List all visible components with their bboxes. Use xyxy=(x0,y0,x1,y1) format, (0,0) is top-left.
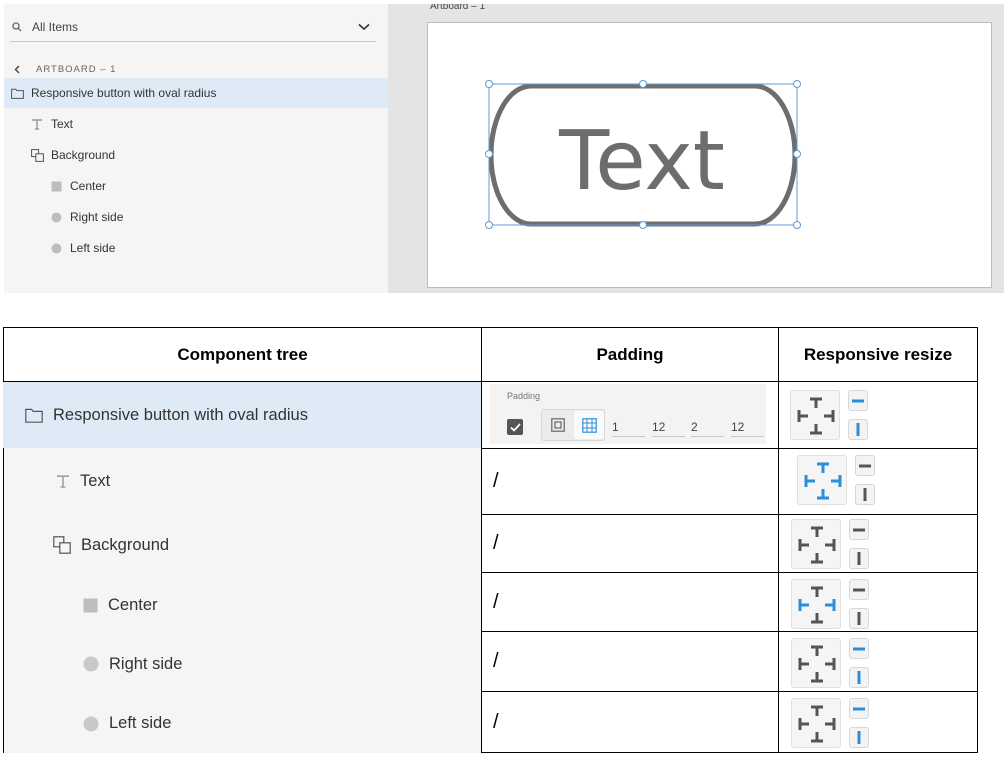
oval-button-graphic[interactable]: Text xyxy=(428,23,993,289)
layer-item-label: Background xyxy=(51,148,116,162)
fixed-height-icon[interactable] xyxy=(855,484,875,505)
tree-row-label: Right side xyxy=(109,654,183,673)
rectangle-icon xyxy=(83,598,98,613)
layers-panel: All Items ARTBOARD – 1 Responsive button… xyxy=(4,4,388,293)
layer-item-left-side[interactable]: Left side xyxy=(4,233,388,263)
fixed-height-icon[interactable] xyxy=(848,419,868,440)
rectangle-icon xyxy=(49,179,63,193)
padding-bottom-value[interactable]: 2 xyxy=(691,415,724,437)
fixed-width-icon[interactable] xyxy=(849,698,869,719)
design-canvas: Artboard – 1 Text xyxy=(388,4,1004,293)
fixed-height-icon[interactable] xyxy=(849,667,869,688)
text-type-icon xyxy=(30,117,44,131)
text-type-icon xyxy=(55,474,70,489)
padding-value: / xyxy=(493,532,499,554)
padding-left-value[interactable]: 12 xyxy=(731,415,764,437)
fixed-height-icon[interactable] xyxy=(849,608,869,629)
uniform-padding-icon[interactable] xyxy=(543,411,573,439)
header-component-tree: Component tree xyxy=(3,327,482,382)
resize-cell xyxy=(778,573,978,632)
chevron-down-icon[interactable] xyxy=(356,23,372,31)
padding-value: / xyxy=(493,650,499,672)
padding-checkbox[interactable] xyxy=(507,419,523,435)
resize-cell xyxy=(778,515,978,573)
pin-constraints-box[interactable] xyxy=(797,455,847,505)
ellipse-icon xyxy=(49,241,63,255)
tree-row-right-side: Right side xyxy=(3,634,481,694)
folder-icon xyxy=(25,407,43,423)
header-responsive-resize: Responsive resize xyxy=(778,327,978,382)
padding-top-value[interactable]: 1 xyxy=(612,415,645,437)
search-icon xyxy=(12,21,28,32)
layer-item-label: Left side xyxy=(70,241,116,255)
padding-mode-toggle xyxy=(541,409,605,441)
fixed-width-icon[interactable] xyxy=(855,455,875,476)
breadcrumb: ARTBOARD – 1 xyxy=(14,62,116,76)
layers-search[interactable]: All Items xyxy=(10,12,376,42)
ellipse-icon xyxy=(83,656,99,672)
search-filter-label: All Items xyxy=(32,19,79,34)
layer-item-label: Right side xyxy=(70,210,124,224)
group-icon xyxy=(53,536,71,554)
pin-constraints-box[interactable] xyxy=(791,519,841,569)
tree-row-label: Left side xyxy=(109,714,172,732)
tree-row-label: Background xyxy=(81,535,170,554)
tree-row-label: Responsive button with oval radius xyxy=(53,405,308,424)
tree-row-left-side: Left side xyxy=(3,694,481,753)
resize-cell xyxy=(778,632,978,692)
layer-item-text[interactable]: Text xyxy=(4,109,388,139)
resize-cell xyxy=(778,382,978,449)
layer-item-label: Text xyxy=(51,117,74,131)
pin-constraints-box[interactable] xyxy=(791,638,841,688)
tree-row-center: Center xyxy=(3,576,481,634)
padding-cell-left-side: / xyxy=(481,692,778,753)
padding-cell-background: / xyxy=(481,515,778,573)
tree-row-label: Text xyxy=(80,471,111,490)
fixed-height-icon[interactable] xyxy=(849,548,869,569)
pin-constraints-box[interactable] xyxy=(791,579,841,629)
resize-cell xyxy=(778,692,978,753)
pin-constraints-box[interactable] xyxy=(790,390,840,440)
layer-item-right-side[interactable]: Right side xyxy=(4,202,388,232)
tree-row-text: Text xyxy=(3,448,481,514)
fixed-width-icon[interactable] xyxy=(848,390,868,411)
artboard-label[interactable]: Artboard – 1 xyxy=(430,4,485,12)
header-padding: Padding xyxy=(481,327,779,382)
layer-item-responsive-button[interactable]: Responsive button with oval radius xyxy=(4,78,388,108)
layer-item-background[interactable]: Background xyxy=(4,140,388,170)
fixed-width-icon[interactable] xyxy=(849,579,869,600)
padding-cell-responsive-button: Padding 1 12 2 12 xyxy=(481,382,778,449)
individual-padding-icon[interactable] xyxy=(574,411,604,439)
layer-item-label: Center xyxy=(70,179,107,193)
comparison-table: Component tree Padding Responsive resize… xyxy=(3,327,978,753)
artboard[interactable]: Text xyxy=(427,22,992,288)
folder-icon xyxy=(10,86,24,100)
padding-value: / xyxy=(493,470,499,492)
padding-cell-text: / xyxy=(481,449,778,515)
padding-value: / xyxy=(493,710,499,733)
tree-row-label: Center xyxy=(108,595,158,614)
breadcrumb-label: ARTBOARD – 1 xyxy=(36,63,117,75)
padding-right-value[interactable]: 12 xyxy=(652,415,685,437)
padding-control: Padding 1 12 2 12 xyxy=(490,384,766,444)
group-icon xyxy=(30,148,44,162)
resize-cell xyxy=(778,449,978,515)
fixed-width-icon[interactable] xyxy=(849,519,869,540)
tree-row-background: Background xyxy=(3,514,481,576)
padding-cell-center: / xyxy=(481,573,778,632)
pin-constraints-box[interactable] xyxy=(791,698,841,748)
tree-row-responsive-button: Responsive button with oval radius xyxy=(3,382,481,448)
button-text[interactable]: Text xyxy=(558,114,725,209)
padding-cell-right-side: / xyxy=(481,632,778,692)
chevron-left-icon[interactable] xyxy=(14,65,24,74)
layer-item-label: Responsive button with oval radius xyxy=(31,86,217,100)
ellipse-icon xyxy=(49,210,63,224)
layer-item-center[interactable]: Center xyxy=(4,171,388,201)
fixed-height-icon[interactable] xyxy=(849,727,869,748)
padding-value: / xyxy=(493,590,499,613)
ellipse-icon xyxy=(83,716,99,732)
fixed-width-icon[interactable] xyxy=(849,638,869,659)
padding-control-label: Padding xyxy=(507,391,541,401)
